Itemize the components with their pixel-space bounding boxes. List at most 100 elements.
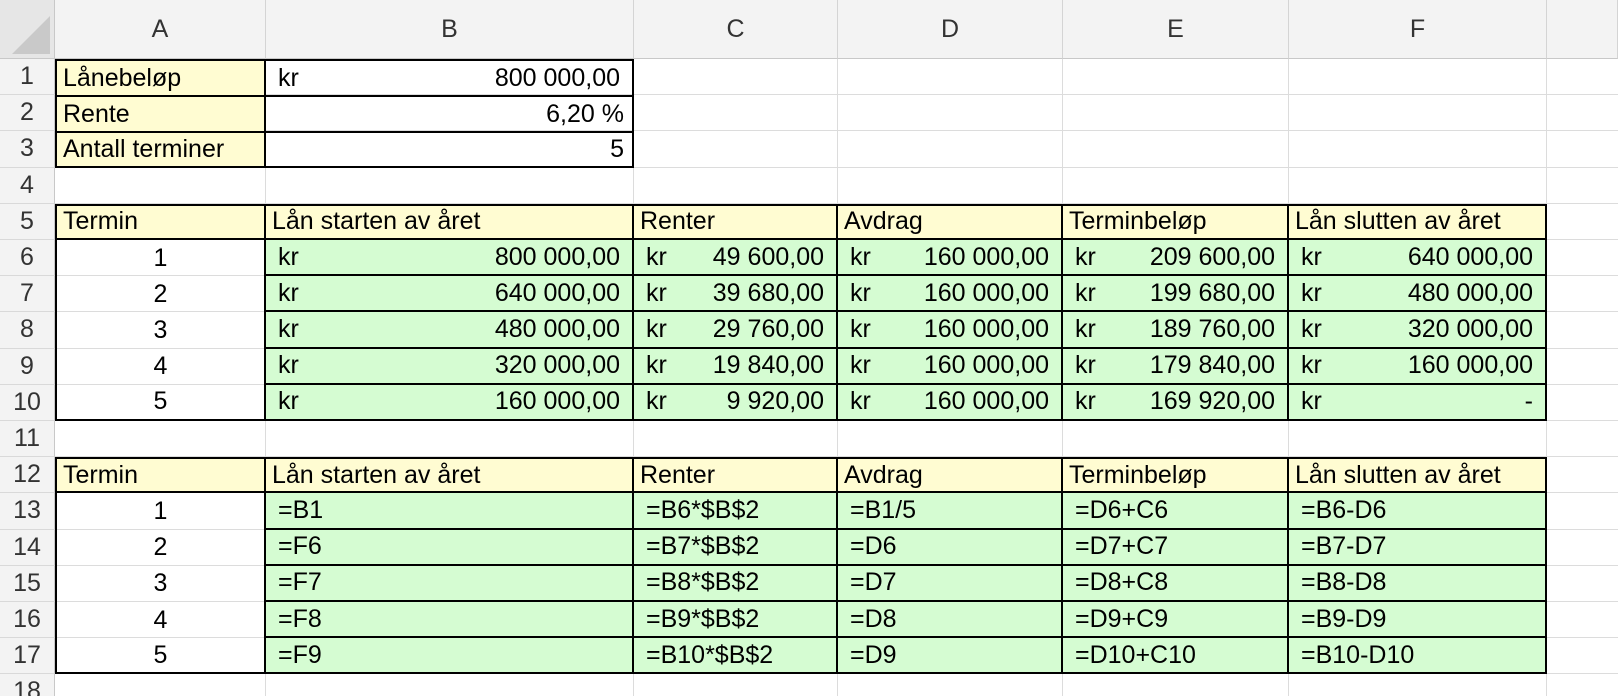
column-header-a[interactable]: A <box>55 0 266 59</box>
row-header-1[interactable]: 1 <box>0 59 55 96</box>
row-header-17[interactable]: 17 <box>0 638 55 675</box>
formula-cell-start[interactable]: =B1 <box>266 493 634 530</box>
formula-cell-termin-belop[interactable]: =D9+C9 <box>1063 602 1289 639</box>
table-cell-avdrag[interactable]: kr 160 000,00 <box>838 348 1063 385</box>
column-header-extra[interactable] <box>1547 0 1618 59</box>
table-cell-avdrag[interactable]: kr 160 000,00 <box>838 240 1063 277</box>
table-cell-renter[interactable]: kr 9 920,00 <box>634 384 838 421</box>
formula-cell-renter[interactable]: =B10*$B$2 <box>634 638 838 675</box>
table-cell-start[interactable]: kr 640 000,00 <box>266 276 634 313</box>
column-header-e[interactable]: E <box>1063 0 1289 59</box>
param-label[interactable]: Antall terminer <box>55 131 266 168</box>
termin-cell[interactable]: 5 <box>55 384 266 421</box>
table-header-termin[interactable]: Termin <box>55 203 266 240</box>
table-cell-slutt[interactable]: kr - <box>1289 384 1547 421</box>
formula-cell-slutt[interactable]: =B6-D6 <box>1289 493 1547 530</box>
table-cell-start[interactable]: kr 320 000,00 <box>266 348 634 385</box>
column-header-d[interactable]: D <box>838 0 1063 59</box>
table-header-slutt[interactable]: Lån slutten av året <box>1289 203 1547 240</box>
table-header-renter[interactable]: Renter <box>634 203 838 240</box>
formula-cell-start[interactable]: =F6 <box>266 529 634 566</box>
row-header-5[interactable]: 5 <box>0 203 55 240</box>
table-header-slutt[interactable]: Lån slutten av året <box>1289 457 1547 494</box>
table-cell-start[interactable]: kr 480 000,00 <box>266 312 634 349</box>
formula-cell-termin-belop[interactable]: =D7+C7 <box>1063 529 1289 566</box>
row-header-3[interactable]: 3 <box>0 131 55 168</box>
table-cell-termin-belop[interactable]: kr 169 920,00 <box>1063 384 1289 421</box>
termin-cell[interactable]: 4 <box>55 348 266 385</box>
param-label[interactable]: Rente <box>55 95 266 132</box>
table-cell-renter[interactable]: kr 29 760,00 <box>634 312 838 349</box>
param-value-cell[interactable]: 5 <box>266 131 634 168</box>
row-header-15[interactable]: 15 <box>0 565 55 602</box>
termin-cell[interactable]: 3 <box>55 565 266 602</box>
row-header-8[interactable]: 8 <box>0 312 55 349</box>
param-label[interactable]: Lånebeløp <box>55 59 266 96</box>
table-cell-slutt[interactable]: kr 320 000,00 <box>1289 312 1547 349</box>
table-header-start[interactable]: Lån starten av året <box>266 203 634 240</box>
formula-cell-slutt[interactable]: =B10-D10 <box>1289 638 1547 675</box>
table-cell-avdrag[interactable]: kr 160 000,00 <box>838 384 1063 421</box>
row-header-6[interactable]: 6 <box>0 240 55 277</box>
formula-cell-slutt[interactable]: =B7-D7 <box>1289 529 1547 566</box>
termin-cell[interactable]: 1 <box>55 493 266 530</box>
row-header-13[interactable]: 13 <box>0 493 55 530</box>
row-header-16[interactable]: 16 <box>0 602 55 639</box>
table-cell-avdrag[interactable]: kr 160 000,00 <box>838 276 1063 313</box>
termin-cell[interactable]: 5 <box>55 638 266 675</box>
table-cell-termin-belop[interactable]: kr 199 680,00 <box>1063 276 1289 313</box>
table-header-renter[interactable]: Renter <box>634 457 838 494</box>
formula-cell-slutt[interactable]: =B9-D9 <box>1289 602 1547 639</box>
table-cell-slutt[interactable]: kr 640 000,00 <box>1289 240 1547 277</box>
formula-cell-avdrag[interactable]: =D7 <box>838 565 1063 602</box>
table-cell-renter[interactable]: kr 49 600,00 <box>634 240 838 277</box>
termin-cell[interactable]: 2 <box>55 276 266 313</box>
formula-cell-renter[interactable]: =B9*$B$2 <box>634 602 838 639</box>
row-header-12[interactable]: 12 <box>0 457 55 494</box>
row-header-2[interactable]: 2 <box>0 95 55 132</box>
table-cell-start[interactable]: kr 160 000,00 <box>266 384 634 421</box>
table-cell-slutt[interactable]: kr 480 000,00 <box>1289 276 1547 313</box>
row-header-11[interactable]: 11 <box>0 421 55 458</box>
formula-cell-avdrag[interactable]: =D9 <box>838 638 1063 675</box>
table-header-termin[interactable]: Termin <box>55 457 266 494</box>
formula-cell-start[interactable]: =F8 <box>266 602 634 639</box>
termin-cell[interactable]: 1 <box>55 240 266 277</box>
formula-cell-avdrag[interactable]: =D6 <box>838 529 1063 566</box>
formula-cell-renter[interactable]: =B6*$B$2 <box>634 493 838 530</box>
formula-cell-renter[interactable]: =B8*$B$2 <box>634 565 838 602</box>
formula-cell-avdrag[interactable]: =B1/5 <box>838 493 1063 530</box>
formula-cell-start[interactable]: =F9 <box>266 638 634 675</box>
table-header-termin-belop[interactable]: Terminbeløp <box>1063 203 1289 240</box>
formula-cell-termin-belop[interactable]: =D6+C6 <box>1063 493 1289 530</box>
row-header-9[interactable]: 9 <box>0 348 55 385</box>
table-cell-termin-belop[interactable]: kr 189 760,00 <box>1063 312 1289 349</box>
formula-cell-slutt[interactable]: =B8-D8 <box>1289 565 1547 602</box>
table-cell-renter[interactable]: kr 19 840,00 <box>634 348 838 385</box>
row-header-10[interactable]: 10 <box>0 384 55 421</box>
table-header-termin-belop[interactable]: Terminbeløp <box>1063 457 1289 494</box>
formula-cell-avdrag[interactable]: =D8 <box>838 602 1063 639</box>
formula-cell-start[interactable]: =F7 <box>266 565 634 602</box>
row-header-18[interactable]: 18 <box>0 674 55 696</box>
select-all-corner[interactable] <box>0 0 55 59</box>
table-header-avdrag[interactable]: Avdrag <box>838 457 1063 494</box>
param-value-cell[interactable]: kr 800 000,00 <box>266 59 634 96</box>
formula-cell-termin-belop[interactable]: =D10+C10 <box>1063 638 1289 675</box>
table-cell-avdrag[interactable]: kr 160 000,00 <box>838 312 1063 349</box>
table-cell-renter[interactable]: kr 39 680,00 <box>634 276 838 313</box>
row-header-7[interactable]: 7 <box>0 276 55 313</box>
table-header-start[interactable]: Lån starten av året <box>266 457 634 494</box>
termin-cell[interactable]: 4 <box>55 602 266 639</box>
table-cell-slutt[interactable]: kr 160 000,00 <box>1289 348 1547 385</box>
column-header-b[interactable]: B <box>266 0 634 59</box>
table-cell-termin-belop[interactable]: kr 209 600,00 <box>1063 240 1289 277</box>
row-header-14[interactable]: 14 <box>0 529 55 566</box>
formula-cell-renter[interactable]: =B7*$B$2 <box>634 529 838 566</box>
param-value-cell[interactable]: 6,20 % <box>266 95 634 132</box>
table-header-avdrag[interactable]: Avdrag <box>838 203 1063 240</box>
termin-cell[interactable]: 2 <box>55 529 266 566</box>
column-header-f[interactable]: F <box>1289 0 1547 59</box>
formula-cell-termin-belop[interactable]: =D8+C8 <box>1063 565 1289 602</box>
table-cell-termin-belop[interactable]: kr 179 840,00 <box>1063 348 1289 385</box>
